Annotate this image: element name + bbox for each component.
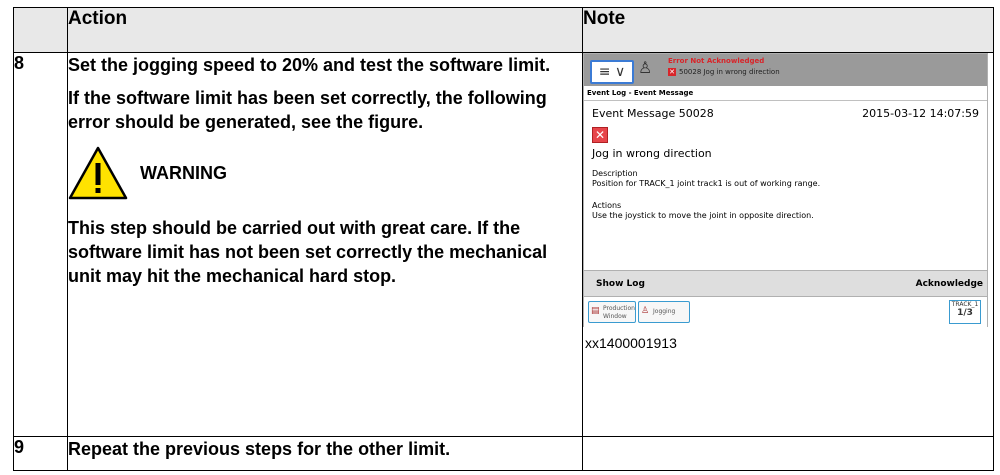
user-icon: ♙ (638, 58, 653, 77)
procedure-table: Action Note 8 Set the jogging speed to 2… (13, 7, 994, 471)
track-label: TRACK_1 (951, 301, 979, 308)
figure-caption: xx1400001913 (585, 335, 677, 351)
task-jogging[interactable]: ♙ Jogging (638, 301, 690, 323)
warning-icon (68, 146, 128, 200)
task-production-window[interactable]: ▤ Production Window (588, 301, 636, 323)
description-label: Description (592, 169, 638, 178)
main-menu-button[interactable]: ≡ ∨ (590, 60, 634, 84)
header-action: Action (67, 7, 583, 53)
acknowledge-button[interactable]: Acknowledge (916, 279, 983, 289)
status-text: Error Not Acknowledged (668, 57, 765, 65)
action-cell: Set the jogging speed to 20% and test th… (67, 52, 583, 437)
error-mini-icon: ✕ (668, 68, 676, 76)
track-fraction: 1/3 (957, 308, 973, 318)
action-paragraph: Repeat the previous steps for the other … (68, 439, 451, 459)
note-cell: ≡ ∨ ♙ Error Not Acknowledged ✕ 50028 Jog … (582, 52, 994, 437)
taskbar: ▤ Production Window ♙ Jogging TRACK_1 1/… (584, 296, 987, 327)
action-paragraph: Set the jogging speed to 20% and test th… (68, 55, 551, 75)
description-text: Position for TRACK_1 joint track1 is out… (592, 179, 821, 188)
track-quickset-button[interactable]: TRACK_1 1/3 (949, 300, 981, 324)
action-cell: Repeat the previous steps for the other … (67, 436, 583, 471)
table-header-row: Action Note (13, 7, 994, 53)
status-event-text: 50028 Jog in wrong direction (679, 68, 780, 76)
table-row: 8 Set the jogging speed to 20% and test … (13, 52, 994, 437)
header-step (13, 7, 68, 53)
step-number: 9 (13, 436, 68, 471)
status-message: Error Not Acknowledged ✕ 50028 Jog in wro… (668, 56, 780, 78)
warning-label: WARNING (140, 163, 227, 183)
event-heading: Jog in wrong direction (592, 147, 712, 160)
event-message-panel: Event Message 50028 2015-03-12 14:07:59 … (584, 101, 987, 281)
error-icon: ✕ (592, 127, 608, 143)
actions-label: Actions (592, 201, 622, 210)
action-paragraph: If the software limit has been set corre… (68, 88, 547, 132)
note-cell (582, 436, 994, 471)
actions-text: Use the joystick to move the joint in op… (592, 211, 814, 220)
flexpendant-figure: ≡ ∨ ♙ Error Not Acknowledged ✕ 50028 Jog … (583, 53, 988, 327)
jogging-icon: ♙ (641, 306, 650, 316)
status-bar: ≡ ∨ ♙ Error Not Acknowledged ✕ 50028 Jog … (584, 54, 987, 86)
event-title: Event Message 50028 (592, 107, 714, 120)
warning-block: WARNING (68, 146, 582, 200)
flexpendant-screen: ≡ ∨ ♙ Error Not Acknowledged ✕ 50028 Jog … (583, 53, 988, 327)
action-paragraph: This step should be carried out with gre… (68, 218, 548, 286)
table-row: 9 Repeat the previous steps for the othe… (13, 436, 994, 471)
command-bar: Show Log Acknowledge (584, 270, 987, 297)
header-note: Note (582, 7, 994, 53)
event-timestamp: 2015-03-12 14:07:59 (862, 107, 979, 120)
step-number: 8 (13, 52, 68, 437)
production-window-icon: ▤ (591, 306, 600, 316)
show-log-button[interactable]: Show Log (596, 279, 645, 289)
breadcrumb: Event Log - Event Message (584, 86, 987, 101)
